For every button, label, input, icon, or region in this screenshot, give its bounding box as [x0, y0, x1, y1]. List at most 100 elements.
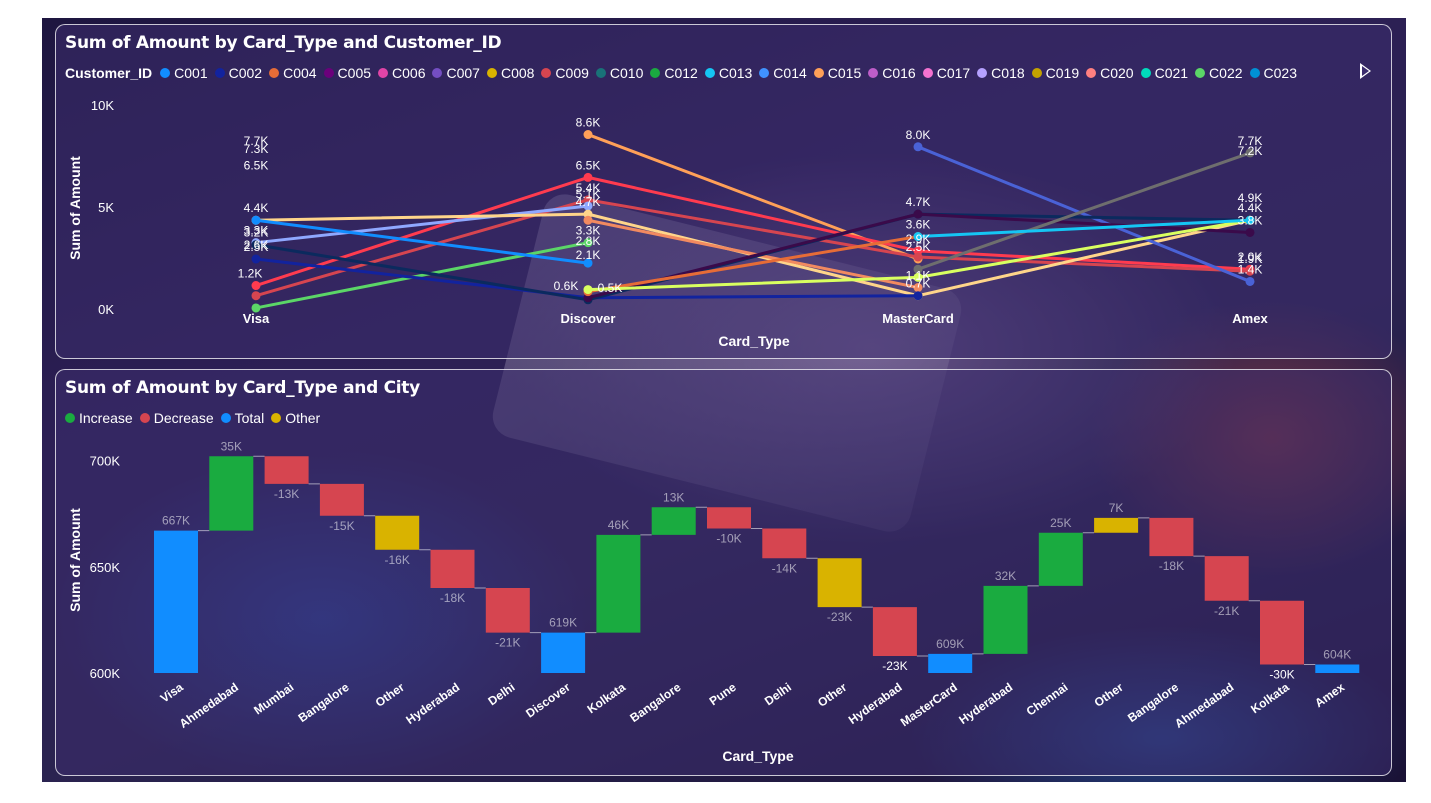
data-label: 46K — [608, 518, 629, 532]
y-axis-title: Sum of Amount — [67, 156, 83, 260]
data-label: 4.7K — [906, 195, 931, 209]
data-label: -21K — [495, 636, 520, 650]
x-tick-label: Bangalore — [296, 680, 352, 725]
waterfall-bar — [596, 534, 641, 633]
waterfall-bar — [872, 607, 917, 656]
data-label: 4.4K — [244, 201, 269, 215]
data-label: 5.1K — [576, 187, 601, 201]
data-label: 35K — [221, 439, 242, 453]
data-label: -13K — [274, 487, 299, 501]
x-tick-label: Pune — [707, 680, 739, 708]
data-label: 32K — [995, 569, 1016, 583]
data-label: 25K — [1050, 516, 1071, 530]
data-label: 1.2K — [238, 267, 263, 281]
x-tick-label: Kolkata — [585, 680, 629, 717]
data-label: 6.5K — [244, 158, 269, 172]
series-point — [251, 291, 261, 301]
y-tick-label: 10K — [91, 98, 114, 113]
waterfall-bar — [1094, 517, 1139, 533]
series-point — [1245, 227, 1255, 237]
data-label: 619K — [549, 616, 577, 630]
data-label: 2.9K — [906, 232, 931, 246]
waterfall-bar — [1038, 532, 1083, 586]
line-chart-panel[interactable]: Sum of Amount by Card_Type and Customer_… — [55, 24, 1392, 359]
data-label: -30K — [1269, 668, 1294, 682]
waterfall-bar — [817, 558, 862, 608]
data-label: -23K — [882, 659, 907, 673]
x-tick-label: Other — [815, 680, 850, 710]
x-tick-label: Bangalore — [627, 680, 683, 725]
series-line — [916, 151, 1252, 271]
data-label: -21K — [1214, 604, 1239, 618]
data-label: 2.1K — [576, 248, 601, 262]
data-label: 1.4K — [1238, 262, 1263, 276]
x-tick-label: Kolkata — [1248, 680, 1292, 717]
waterfall-bar — [651, 507, 696, 535]
series-point — [251, 254, 261, 264]
data-label: 609K — [936, 637, 964, 651]
data-label: 667K — [162, 514, 190, 528]
data-label: -18K — [1159, 559, 1184, 573]
x-tick-label: Discover — [523, 680, 573, 721]
series-line — [254, 204, 590, 245]
series-line — [254, 218, 590, 265]
data-label: 6.5K — [576, 158, 601, 172]
x-tick-label: Chennai — [1024, 680, 1071, 719]
data-label: 0.5K — [598, 281, 623, 295]
data-label: -15K — [329, 519, 354, 533]
waterfall-bar — [928, 653, 973, 673]
series-point — [913, 142, 923, 152]
y-tick-label: 600K — [90, 666, 121, 681]
y-axis-title: Sum of Amount — [67, 508, 83, 612]
data-label: 7K — [1109, 501, 1124, 515]
data-label: -14K — [772, 561, 797, 575]
data-label: -23K — [827, 610, 852, 624]
waterfall-chart-panel[interactable]: Sum of Amount by Card_Type and City Incr… — [55, 369, 1392, 776]
waterfall-bar — [1260, 600, 1304, 665]
data-label: 2.6K — [244, 238, 269, 252]
y-tick-label: 650K — [90, 560, 121, 575]
series-line — [586, 218, 920, 290]
series-point — [251, 281, 261, 291]
report-canvas: Sum of Amount by Card_Type and Customer_… — [42, 18, 1406, 782]
waterfall-bar — [1149, 517, 1194, 557]
waterfall-bar — [1204, 556, 1249, 601]
x-tick-label: Discover — [561, 311, 616, 326]
y-tick-label: 0K — [98, 302, 114, 317]
x-axis-title: Card_Type — [722, 748, 794, 764]
x-tick-label: Amex — [1232, 311, 1268, 326]
x-tick-label: Delhi — [762, 680, 794, 708]
waterfall-bar — [983, 585, 1028, 654]
data-label: 7.3K — [244, 142, 269, 156]
waterfall-bar — [1315, 664, 1360, 673]
waterfall-bar — [707, 507, 751, 529]
x-tick-label: MasterCard — [898, 680, 960, 729]
data-label: 8.0K — [906, 128, 931, 142]
data-label: 13K — [663, 490, 684, 504]
data-label: 3.6K — [906, 218, 931, 232]
x-tick-label: Other — [373, 680, 408, 710]
data-label: 1.1K — [906, 269, 931, 283]
x-tick-label: Ahmedabad — [1172, 680, 1236, 731]
x-tick-label: MasterCard — [882, 311, 954, 326]
data-label: -18K — [440, 591, 465, 605]
x-tick-label: Ahmedabad — [177, 680, 241, 731]
series-point — [583, 130, 593, 140]
series-point — [1245, 276, 1255, 286]
waterfall-bar — [264, 456, 309, 484]
x-tick-label: Other — [1092, 680, 1127, 710]
x-tick-label: Hyderabad — [956, 680, 1015, 727]
waterfall-chart-plot: 600K 650K 700K Sum of Amount Card_Type 667K Vi… — [67, 439, 1360, 764]
series-point — [583, 285, 593, 295]
data-label: 7.7K — [1238, 134, 1263, 148]
waterfall-bar — [762, 528, 807, 559]
waterfall-bar — [375, 515, 420, 550]
waterfall-bar — [541, 632, 586, 673]
waterfall-bar — [485, 588, 530, 633]
line-chart-plot: 0K 5K 10K Sum of Amount Card_Type Visa Discove… — [67, 98, 1268, 349]
data-label: 3.8K — [1238, 213, 1263, 227]
data-label: 8.6K — [576, 116, 601, 130]
x-tick-label: Visa — [158, 680, 186, 706]
series-point — [913, 291, 923, 301]
y-tick-label: 700K — [90, 454, 121, 469]
